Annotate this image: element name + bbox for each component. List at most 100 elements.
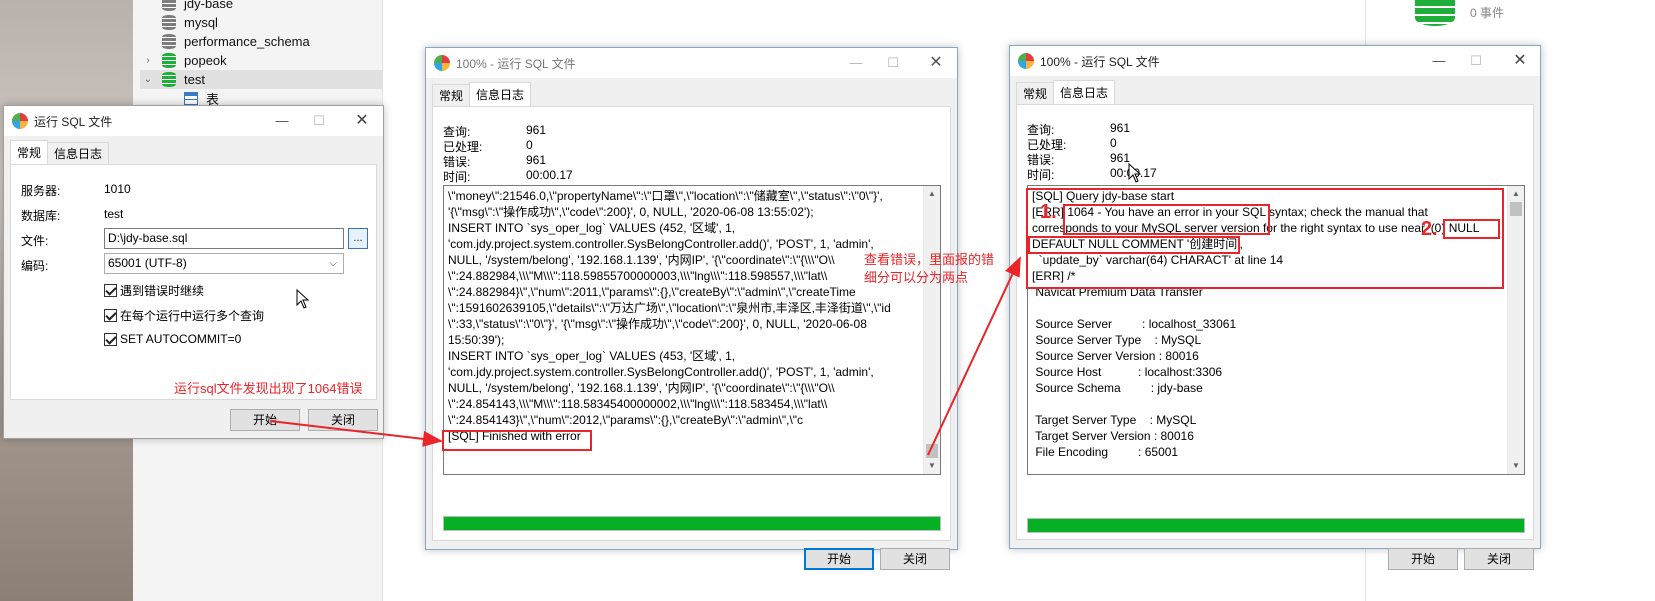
title-bar[interactable]: 100% - 运行 SQL 文件 — ☐ ✕ <box>1010 46 1540 76</box>
log-line: NULL, '/system/belong', '192.168.1.139',… <box>448 381 835 395</box>
navicat-logo-icon <box>1018 53 1034 69</box>
continue-on-error-checkbox[interactable]: 遇到错误时继续 <box>104 282 204 299</box>
annotation-mark-1: 1. <box>1040 201 1057 223</box>
general-panel: 服务器: 1010 数据库: test 文件: D:\jdy-base.sql … <box>10 164 377 400</box>
encoding-select[interactable]: 65001 (UTF-8) ⌵ <box>104 253 344 274</box>
log-line: Source Server : localhost_33061 <box>1032 317 1237 331</box>
tab-general[interactable]: 常规 <box>1016 82 1055 104</box>
tree-item-label: popeok <box>184 53 227 68</box>
tab-info-log[interactable]: 信息日志 <box>469 82 532 106</box>
window-title: 运行 SQL 文件 <box>34 114 113 129</box>
navicat-logo-icon <box>434 55 450 71</box>
database-label: 数据库: <box>21 209 61 223</box>
close-icon[interactable]: ✕ <box>352 112 372 130</box>
stat-value: 961 <box>526 153 547 167</box>
title-bar[interactable]: 100% - 运行 SQL 文件 — ☐ ✕ <box>426 48 957 78</box>
tree-item-label: mysql <box>184 15 218 30</box>
log-line: corresponds to your MySQL server version… <box>1032 221 1480 235</box>
encoding-value: 65001 (UTF-8) <box>108 256 187 270</box>
progress-fill <box>1028 519 1524 532</box>
tab-info-log[interactable]: 信息日志 <box>47 142 110 164</box>
progress-bar <box>443 516 941 531</box>
title-bar[interactable]: 运行 SQL 文件 — ☐ ✕ <box>4 106 383 136</box>
minimize-icon[interactable]: — <box>1429 52 1449 70</box>
tab-info-log[interactable]: 信息日志 <box>1053 80 1116 104</box>
minimize-icon[interactable]: — <box>272 112 292 130</box>
chevron-icon[interactable]: ⌄ <box>140 74 156 85</box>
scroll-thumb[interactable] <box>926 444 938 458</box>
log-line: Source Server Type : MySQL <box>1032 333 1202 347</box>
tree-item-performance_schema[interactable]: performance_schema <box>140 32 383 51</box>
table-icon <box>184 92 198 105</box>
log-line: \":33,\"status\":\"0\"}', '{\"msg\":\"操作… <box>448 317 867 331</box>
chevron-icon[interactable]: › <box>140 55 156 66</box>
log-line: `update_by` varchar(64) CHARACT' at line… <box>1032 253 1284 267</box>
log-line: \":1591602639105,\"details\":\"万达广场\",\"… <box>448 301 891 315</box>
vertical-scrollbar[interactable]: ▲ ▼ <box>923 186 940 474</box>
close-button[interactable]: 关闭 <box>308 409 378 431</box>
log-output[interactable]: [SQL] Query jdy-base start [ERR] 1064 - Y… <box>1027 185 1525 475</box>
annotation-mark-2: 2. <box>1421 218 1438 240</box>
tree-item-jdy-base[interactable]: jdy-base <box>140 0 383 13</box>
tree-item-mysql[interactable]: mysql <box>140 13 383 32</box>
stat-value: 0 <box>526 138 533 152</box>
log-line: Target Server Type : MySQL <box>1032 413 1197 427</box>
close-button[interactable]: 关闭 <box>880 548 950 570</box>
tree-item-label: performance_schema <box>184 34 310 49</box>
tree-item-popeok[interactable]: › popeok <box>140 51 383 70</box>
scroll-thumb[interactable] <box>1510 202 1522 216</box>
close-icon[interactable]: ✕ <box>1510 52 1530 70</box>
browse-button[interactable]: ... <box>348 228 368 249</box>
scroll-down-icon[interactable]: ▼ <box>924 458 940 474</box>
scroll-down-icon[interactable]: ▼ <box>1508 458 1524 474</box>
log-line: \"money\":21546.0,\"propertyName\":\"口罩\… <box>448 189 883 203</box>
checkbox-label: SET AUTOCOMMIT=0 <box>120 332 242 346</box>
log-line: INSERT INTO `sys_oper_log` VALUES (453, … <box>448 349 736 363</box>
log-line: Source Server Version : 80016 <box>1032 349 1199 363</box>
file-label: 文件: <box>21 234 49 248</box>
log-line: [ERR] 1064 - You have an error in your S… <box>1032 205 1428 219</box>
log-line: '{\"msg\":\"操作成功\",\"code\":200}', 0, NU… <box>448 205 814 219</box>
start-button[interactable]: 开始 <box>230 409 300 431</box>
database-icon <box>162 34 176 49</box>
log-line: NULL, '/system/belong', '192.168.1.139',… <box>448 253 835 267</box>
tab-general[interactable]: 常规 <box>10 140 49 164</box>
info-log-panel: 查询:961已处理:0错误:961时间:00:00.17 [SQL] Query… <box>1016 104 1534 540</box>
checkbox-checked-icon <box>104 332 117 346</box>
log-line: [SQL] Query jdy-base start <box>1032 189 1175 203</box>
log-line: [ERR] /* <box>1032 269 1076 283</box>
multiple-queries-checkbox[interactable]: 在每个运行中运行多个查询 <box>104 307 264 324</box>
log-output[interactable]: \"money\":21546.0,\"propertyName\":\"口罩\… <box>443 185 941 475</box>
scroll-up-icon[interactable]: ▲ <box>1508 186 1524 202</box>
checkbox-label: 在每个运行中运行多个查询 <box>120 309 265 323</box>
database-icon <box>162 0 176 11</box>
close-button[interactable]: 关闭 <box>1464 548 1534 570</box>
chevron-down-icon: ⌵ <box>329 258 337 269</box>
events-count: 0 事件 <box>1470 6 1505 20</box>
start-button[interactable]: 开始 <box>804 548 874 570</box>
database-icon <box>162 15 176 30</box>
database-icon <box>162 72 176 87</box>
autocommit-checkbox[interactable]: SET AUTOCOMMIT=0 <box>104 332 241 346</box>
maximize-icon: ☐ <box>887 55 899 70</box>
stat-label: 时间: <box>443 170 471 184</box>
close-icon[interactable]: ✕ <box>926 54 946 72</box>
window-title: 100% - 运行 SQL 文件 <box>1040 54 1160 69</box>
database-icon <box>1415 0 1455 26</box>
maximize-icon: ☐ <box>313 113 325 128</box>
vertical-scrollbar[interactable]: ▲ ▼ <box>1507 186 1524 474</box>
tab-general[interactable]: 常规 <box>432 84 471 106</box>
log-line: \":24.854143,\\\"M\\\":118.5834540000000… <box>448 397 828 411</box>
stat-label: 时间: <box>1027 168 1055 182</box>
file-path-input[interactable]: D:\jdy-base.sql <box>104 228 344 249</box>
window-title: 100% - 运行 SQL 文件 <box>456 56 576 71</box>
tree-item-test[interactable]: ⌄ test <box>140 70 383 89</box>
run-sql-error-dialog: 100% - 运行 SQL 文件 — ☐ ✕ 常规 信息日志 查询: 961 已处理… <box>1009 45 1541 570</box>
encoding-label: 编码: <box>21 259 49 273</box>
tree-item-label: test <box>184 72 205 87</box>
start-button[interactable]: 开始 <box>1388 548 1458 570</box>
scroll-up-icon[interactable]: ▲ <box>924 186 940 202</box>
log-line: INSERT INTO `sys_oper_log` VALUES (452, … <box>448 221 736 235</box>
log-line: [SQL] Finished with error <box>448 429 581 443</box>
